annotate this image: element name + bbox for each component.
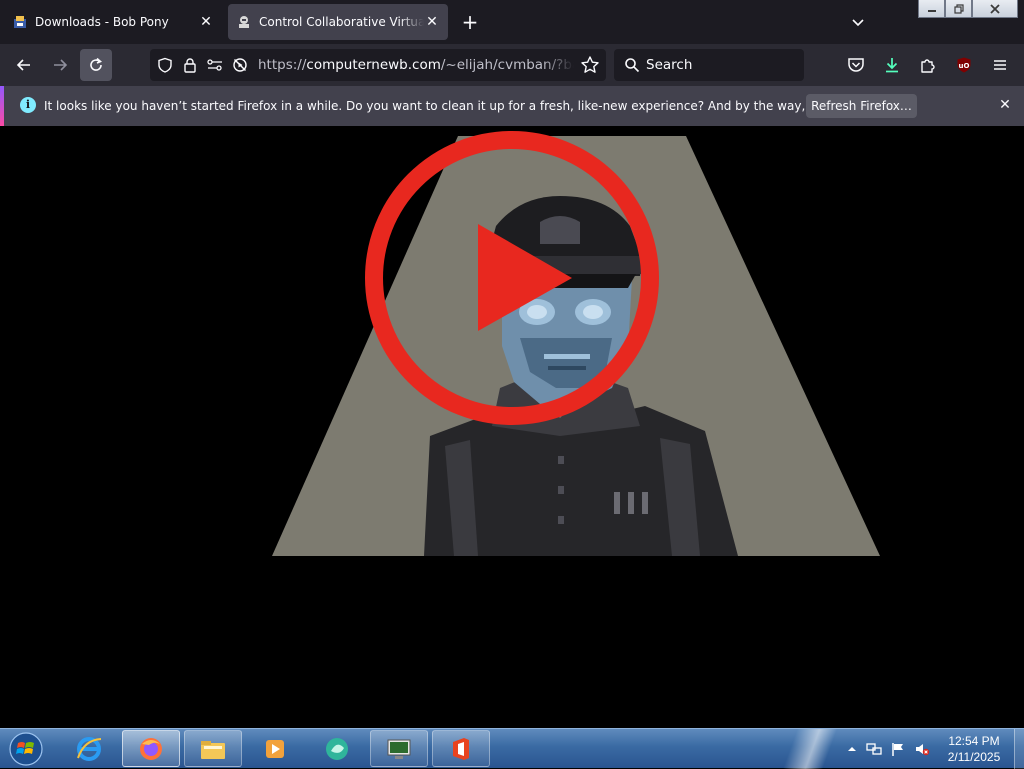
forward-button[interactable] [44, 49, 76, 81]
office-icon [453, 737, 469, 760]
video-thumbnail[interactable] [0, 126, 1024, 728]
notification-bar: i It looks like you haven’t started Fire… [0, 86, 1024, 126]
media-player-taskbar-button[interactable] [246, 730, 304, 767]
clock-time: 12:54 PM [948, 734, 1000, 748]
extensions-puzzle-icon[interactable] [916, 53, 940, 77]
bob-pony-favicon-icon [12, 14, 28, 30]
office-taskbar-button[interactable] [432, 730, 490, 767]
autoplay-blocked-icon[interactable] [230, 55, 250, 75]
url-host: computernewb.com [306, 57, 441, 73]
tab-control-collaborative[interactable]: Control Collaborative Virtual M ✕ [228, 4, 448, 40]
info-icon: i [20, 97, 36, 113]
action-center-flag-icon[interactable] [890, 741, 906, 757]
tab-strip: Downloads - Bob Pony ✕ Control Collabora… [0, 0, 1024, 44]
close-tab-icon[interactable]: ✕ [198, 14, 214, 30]
network-icon[interactable] [866, 741, 882, 757]
url-path: /~elijah/cvmban/?banre [440, 57, 574, 73]
tab-title: Downloads - Bob Pony [35, 15, 169, 29]
start-button[interactable] [6, 730, 46, 768]
computernewb-favicon-icon [236, 14, 252, 30]
notification-message: It looks like you haven’t started Firefo… [44, 99, 900, 113]
permissions-icon[interactable] [205, 55, 225, 75]
firefox-taskbar-button[interactable] [122, 730, 180, 767]
url-scheme: https:// [258, 57, 307, 73]
show-hidden-icons-icon[interactable] [844, 741, 860, 757]
remote-desktop-taskbar-button[interactable] [370, 730, 428, 767]
close-window-button[interactable] [972, 0, 1018, 18]
ublock-origin-icon[interactable]: uO [952, 53, 976, 77]
clock-date: 2/11/2025 [947, 750, 1001, 764]
pocket-icon[interactable] [844, 53, 868, 77]
app-taskbar-button[interactable] [308, 730, 366, 767]
back-arrow-icon [16, 59, 30, 71]
url-text[interactable]: https://computernewb.com/~elijah/cvmban/… [258, 57, 574, 73]
tracking-protection-shield-icon[interactable] [155, 55, 175, 75]
reload-button[interactable] [80, 49, 112, 81]
downloads-icon[interactable] [880, 53, 904, 77]
computer-monitor-icon [387, 739, 411, 759]
minimize-button[interactable] [918, 0, 945, 18]
search-bar[interactable]: Search [614, 49, 804, 81]
internet-explorer-icon [77, 736, 102, 761]
lock-icon[interactable] [180, 55, 200, 75]
system-clock[interactable]: 12:54 PM 2/11/2025 [938, 733, 1010, 765]
search-icon [625, 58, 640, 73]
teal-circle-app-icon [326, 737, 348, 760]
show-desktop-button[interactable] [1014, 729, 1024, 769]
back-button[interactable] [8, 49, 40, 81]
close-tab-icon[interactable]: ✕ [424, 14, 440, 30]
reload-icon [90, 57, 102, 71]
firefox-icon [140, 737, 162, 760]
url-bar[interactable]: https://computernewb.com/~elijah/cvmban/… [150, 49, 606, 81]
window-controls [918, 0, 1018, 18]
close-notification-icon[interactable]: ✕ [996, 96, 1014, 114]
navigation-toolbar: https://computernewb.com/~elijah/cvmban/… [0, 44, 1024, 105]
svg-text:uO: uO [959, 62, 970, 70]
tab-downloads[interactable]: Downloads - Bob Pony ✕ [4, 4, 222, 40]
folder-icon [201, 740, 225, 759]
hamburger-menu-icon[interactable] [988, 53, 1012, 77]
windows-taskbar: 12:54 PM 2/11/2025 [0, 728, 1024, 769]
tab-title: Control Collaborative Virtual M [259, 15, 424, 29]
forward-arrow-icon [54, 59, 68, 71]
windows-logo-icon [9, 732, 43, 766]
new-tab-button[interactable]: + [458, 10, 482, 34]
page-content [0, 126, 1024, 728]
file-explorer-taskbar-button[interactable] [184, 730, 242, 767]
search-placeholder: Search [646, 57, 693, 73]
bookmark-star-icon[interactable] [580, 55, 600, 79]
volume-muted-icon[interactable] [914, 741, 930, 757]
internet-explorer-taskbar-button[interactable] [60, 730, 118, 767]
restore-button[interactable] [945, 0, 972, 18]
list-all-tabs-chevron-icon[interactable] [846, 10, 870, 34]
refresh-firefox-button[interactable]: Refresh Firefox… [806, 94, 917, 118]
media-player-icon [266, 739, 284, 758]
